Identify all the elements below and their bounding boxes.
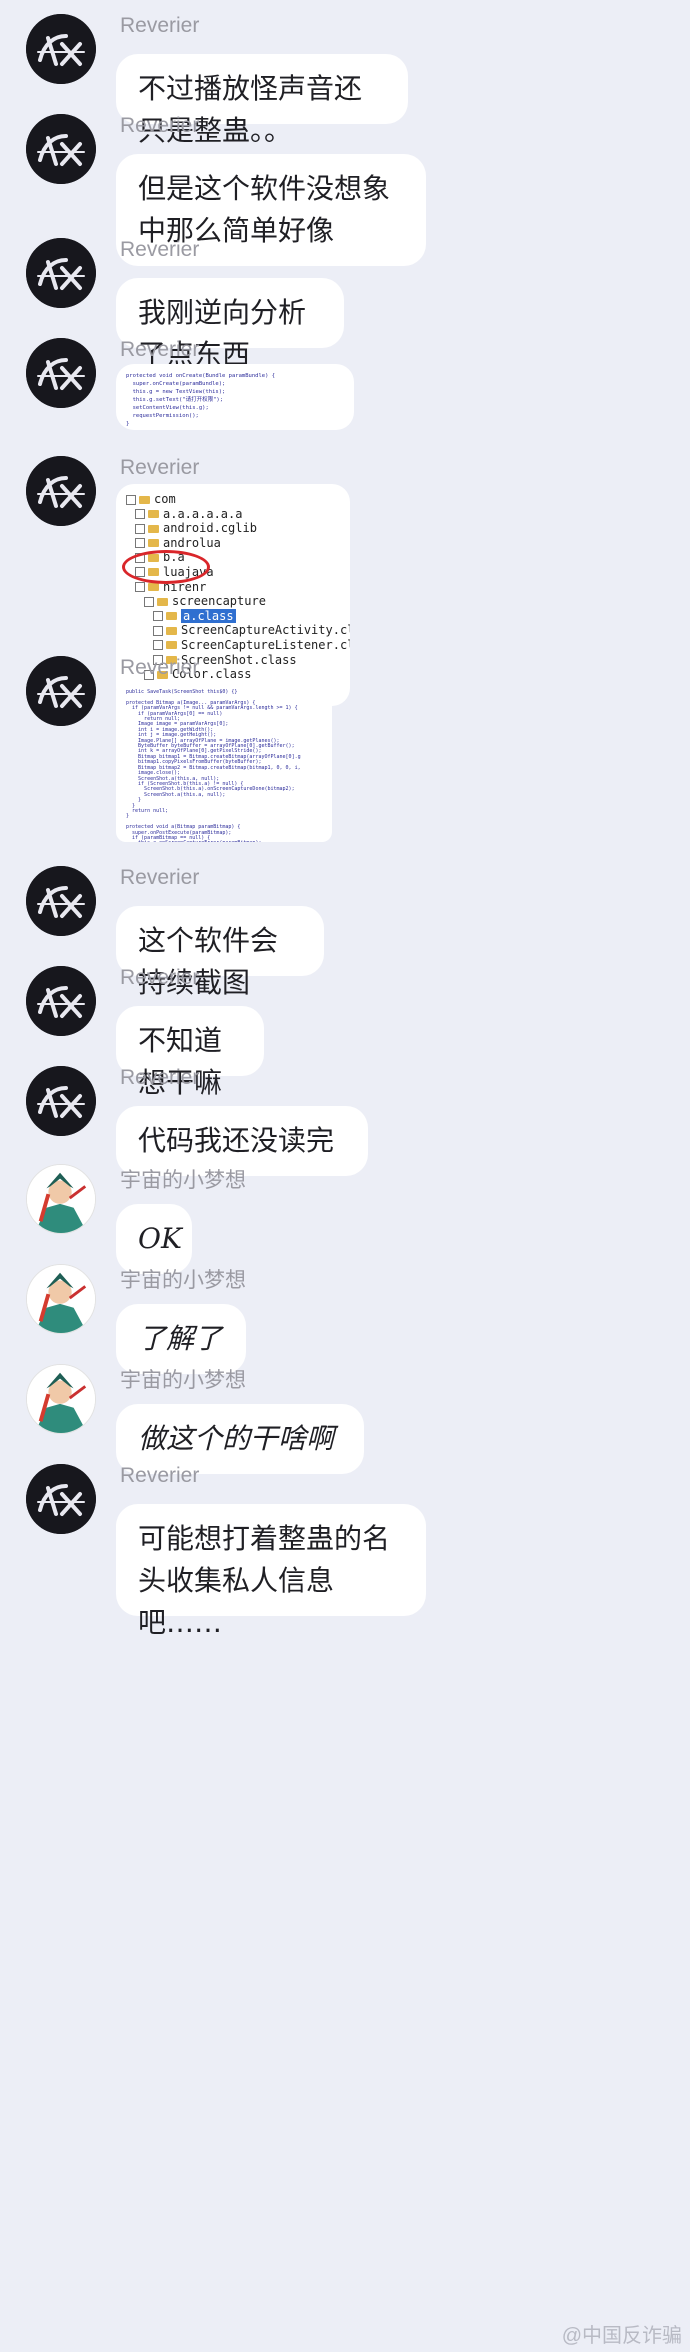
reverier-avatar[interactable] bbox=[26, 114, 96, 184]
reverier-avatar[interactable] bbox=[26, 1464, 96, 1534]
tree-node-label: android.cglib bbox=[163, 521, 257, 536]
rx-logo-icon bbox=[26, 866, 96, 936]
sender-name: Reverier bbox=[120, 866, 200, 889]
folder-icon bbox=[139, 495, 150, 504]
highlight-circle bbox=[122, 550, 210, 584]
folder-icon bbox=[157, 597, 168, 606]
chat-thread: Reverier 不过播放怪声音还只是整蛊。。 Reverier 但是这个软件没… bbox=[0, 0, 690, 2352]
rx-logo-icon bbox=[26, 1066, 96, 1136]
expand-toggle-icon bbox=[135, 523, 145, 534]
sender-name: Reverier bbox=[120, 1066, 200, 1089]
expand-toggle-icon bbox=[135, 538, 145, 549]
warrior-avatar-icon bbox=[27, 1365, 95, 1433]
reverier-avatar[interactable] bbox=[26, 656, 96, 726]
reverier-avatar[interactable] bbox=[26, 1066, 96, 1136]
tree-node: a.a.a.a.a.a bbox=[126, 507, 340, 522]
sender-name: Reverier bbox=[120, 1464, 200, 1487]
expand-toggle-icon bbox=[126, 494, 136, 505]
sender-name: Reverier bbox=[120, 966, 200, 989]
tree-node-label: ScreenCaptureListener.class bbox=[181, 637, 350, 652]
sender-name: Reverier bbox=[120, 238, 200, 261]
tree-node: android.cglib bbox=[126, 521, 340, 536]
reverier-avatar[interactable] bbox=[26, 238, 96, 308]
warrior-avatar-icon bbox=[27, 1265, 95, 1333]
reverier-avatar[interactable] bbox=[26, 456, 96, 526]
rx-logo-icon bbox=[26, 1464, 96, 1534]
reverier-avatar[interactable] bbox=[26, 338, 96, 408]
folder-icon bbox=[166, 612, 177, 621]
sender-name: 宇宙的小梦想 bbox=[120, 1169, 246, 1192]
tree-node-label: a.a.a.a.a.a bbox=[163, 506, 243, 521]
reverier-avatar[interactable] bbox=[26, 14, 96, 84]
tree-node: com bbox=[126, 492, 340, 507]
expand-toggle-icon bbox=[153, 625, 163, 636]
code-screenshot-image[interactable]: protected void onCreate(Bundle paramBund… bbox=[116, 364, 354, 430]
tree-node-label: screencapture bbox=[172, 594, 266, 609]
rx-logo-icon bbox=[26, 14, 96, 84]
folder-icon bbox=[148, 510, 159, 519]
tree-node-label: a.class bbox=[181, 608, 236, 623]
tree-node: a.class bbox=[126, 608, 340, 624]
rx-logo-icon bbox=[26, 456, 96, 526]
sender-name: 宇宙的小梦想 bbox=[120, 1369, 246, 1392]
tree-node: screencapture bbox=[126, 594, 340, 609]
warrior-avatar-icon bbox=[27, 1165, 95, 1233]
folder-icon bbox=[166, 641, 177, 650]
sender-name: Reverier bbox=[120, 14, 200, 37]
message-bubble[interactable]: 可能想打着整蛊的名头收集私人信息吧…… bbox=[116, 1504, 426, 1639]
rx-logo-icon bbox=[26, 114, 96, 184]
watermark: @中国反诈骗 bbox=[561, 2325, 682, 2347]
rx-logo-icon bbox=[26, 966, 96, 1036]
folder-icon bbox=[148, 539, 159, 548]
rx-logo-icon bbox=[26, 656, 96, 726]
folder-icon bbox=[166, 626, 177, 635]
folder-icon bbox=[148, 583, 159, 592]
sender-name: Reverier bbox=[120, 456, 200, 479]
folder-icon bbox=[148, 524, 159, 533]
tree-node-label: ScreenCaptureActivity.class bbox=[181, 623, 350, 638]
reverier-avatar[interactable] bbox=[26, 966, 96, 1036]
rx-logo-icon bbox=[26, 338, 96, 408]
tree-node: ScreenCaptureListener.class bbox=[126, 638, 350, 653]
sender-name: Reverier bbox=[120, 114, 200, 137]
sender-name: Reverier bbox=[120, 338, 200, 361]
dream-avatar[interactable] bbox=[26, 1264, 96, 1334]
rx-logo-icon bbox=[26, 238, 96, 308]
tree-node-label: androlua bbox=[163, 535, 221, 550]
expand-toggle-icon bbox=[135, 509, 145, 520]
reverier-avatar[interactable] bbox=[26, 866, 96, 936]
dream-avatar[interactable] bbox=[26, 1164, 96, 1234]
sender-name: 宇宙的小梦想 bbox=[120, 1269, 246, 1292]
tree-node: ScreenCaptureActivity.class bbox=[126, 623, 350, 638]
expand-toggle-icon bbox=[135, 582, 145, 593]
tree-node-label: com bbox=[154, 492, 176, 506]
dream-avatar[interactable] bbox=[26, 1364, 96, 1434]
code-text: protected void onCreate(Bundle paramBund… bbox=[126, 373, 276, 427]
expand-toggle-icon bbox=[144, 596, 154, 607]
code-screenshot-image[interactable]: public SaveTask(ScreenShot this$0) {} pr… bbox=[116, 682, 332, 842]
expand-toggle-icon bbox=[153, 611, 163, 622]
tree-node: androlua bbox=[126, 536, 340, 551]
code-text: public SaveTask(ScreenShot this$0) {} pr… bbox=[126, 689, 301, 842]
sender-name: Reverier bbox=[120, 656, 200, 679]
expand-toggle-icon bbox=[153, 640, 163, 651]
